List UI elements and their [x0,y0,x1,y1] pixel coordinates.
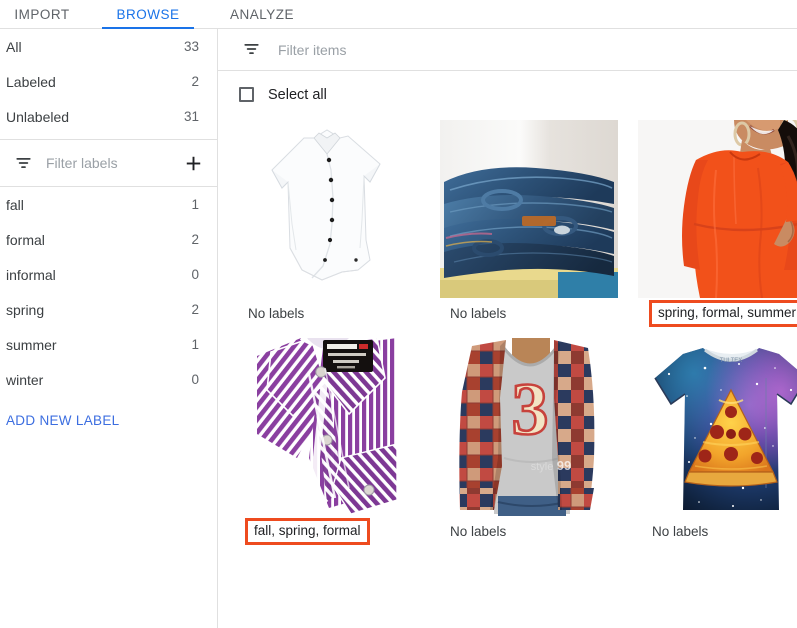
svg-text:99: 99 [557,458,571,473]
item-grid: No labels [218,118,797,546]
white-dress-shirt-image [252,120,402,298]
svg-text:style: style [531,461,554,473]
sidebar-label-spring-label: spring [6,302,191,318]
sidebar-label-formal-count: 2 [191,232,199,247]
item-caption: No labels [436,516,622,546]
tab-analyze-label: ANALYZE [230,7,294,22]
sidebar-label-summer[interactable]: summer 1 [0,327,217,362]
grid-item[interactable]: No labels [436,118,622,328]
grid-item[interactable]: spring, formal, summer [638,118,797,328]
item-thumbnail[interactable] [234,118,420,298]
tab-bar: IMPORT BROWSE ANALYZE [0,0,797,29]
item-caption-row: fall, spring, formal [234,516,420,546]
filter-labels-bar: Filter labels [0,140,217,187]
sidebar-label-list: fall 1 formal 2 informal 0 spring 2 summ… [0,187,217,397]
filter-icon [240,39,262,61]
main-content: Select all [218,29,797,628]
sidebar-item-unlabeled-label: Unlabeled [6,109,184,125]
orange-bodycon-dress-image [638,120,797,298]
tab-import-label: IMPORT [14,7,69,22]
select-all-label: Select all [268,87,327,103]
sidebar-label-informal-label: informal [6,267,191,283]
item-thumbnail[interactable] [436,118,622,298]
item-caption-highlighted: spring, formal, summer [649,300,797,327]
sidebar-label-fall-label: fall [6,197,191,213]
sidebar-label-formal[interactable]: formal 2 [0,222,217,257]
svg-text:TULTEX: TULTEX [720,358,743,364]
purple-striped-shirt-image [257,338,397,516]
sidebar-label-winter-count: 0 [191,372,199,387]
item-thumbnail[interactable]: TULTEX [638,336,797,516]
sidebar-label-formal-label: formal [6,232,191,248]
grid-item[interactable]: 3 99 [436,336,622,546]
tab-browse[interactable]: BROWSE [102,0,194,28]
item-caption: No labels [638,516,797,546]
filter-items-input[interactable] [276,41,779,59]
plus-icon[interactable] [181,151,205,175]
grid-item[interactable]: fall, spring, formal [234,336,420,546]
select-all-checkbox[interactable] [239,87,254,102]
sidebar-item-unlabeled-count: 31 [184,109,199,124]
add-new-label-button[interactable]: ADD NEW LABEL [0,413,217,428]
item-caption: No labels [234,298,420,328]
sidebar-label-fall-count: 1 [191,197,199,212]
sidebar-label-informal[interactable]: informal 0 [0,257,217,292]
galaxy-pizza-tshirt-image: TULTEX [647,338,797,516]
item-thumbnail[interactable]: 3 99 [436,336,622,516]
item-caption-row: spring, formal, summer [638,298,797,328]
filter-labels-placeholder[interactable]: Filter labels [46,155,181,171]
folded-blue-jeans-image [440,120,618,298]
plaid-flannel-shirt-image: 3 99 [454,338,604,516]
sidebar-item-all-label: All [6,39,184,55]
sidebar-label-winter[interactable]: winter 0 [0,362,217,397]
sidebar-item-labeled-label: Labeled [6,74,191,90]
select-all-row[interactable]: Select all [218,71,797,118]
sidebar-label-fall[interactable]: fall 1 [0,187,217,222]
grid-item[interactable]: TULTEX [638,336,797,546]
svg-text:3: 3 [512,369,549,451]
sidebar-label-summer-label: summer [6,337,191,353]
sidebar-item-all-count: 33 [184,39,199,54]
sidebar: All 33 Labeled 2 Unlabeled 31 Filter [0,29,218,628]
item-thumbnail[interactable] [638,118,797,298]
page-body: All 33 Labeled 2 Unlabeled 31 Filter [0,29,797,628]
tab-analyze[interactable]: ANALYZE [218,0,306,28]
sidebar-counts: All 33 Labeled 2 Unlabeled 31 [0,29,217,134]
filter-icon [12,152,34,174]
sidebar-item-unlabeled[interactable]: Unlabeled 31 [0,99,217,134]
grid-item[interactable]: No labels [234,118,420,328]
sidebar-label-spring-count: 2 [191,302,199,317]
sidebar-item-labeled[interactable]: Labeled 2 [0,64,217,99]
sidebar-label-informal-count: 0 [191,267,199,282]
item-caption-highlighted: fall, spring, formal [245,518,370,545]
sidebar-item-labeled-count: 2 [191,74,199,89]
sidebar-item-all[interactable]: All 33 [0,29,217,64]
item-caption: No labels [436,298,622,328]
tab-import[interactable]: IMPORT [6,0,78,28]
item-thumbnail[interactable] [234,336,420,516]
sidebar-label-summer-count: 1 [191,337,199,352]
tab-browse-label: BROWSE [116,7,179,22]
filter-items-bar [218,29,797,71]
sidebar-label-spring[interactable]: spring 2 [0,292,217,327]
sidebar-label-winter-label: winter [6,372,191,388]
